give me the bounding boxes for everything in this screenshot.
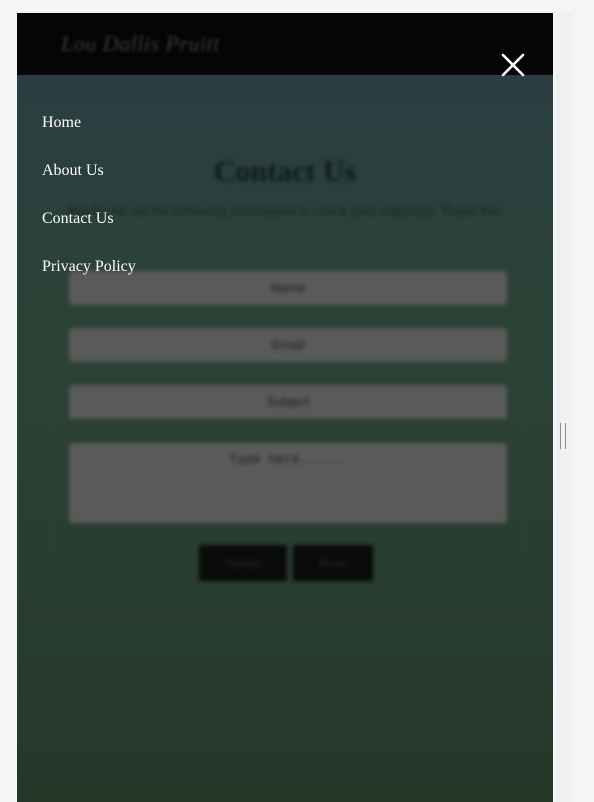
nav-item-about-us[interactable]: About Us <box>42 159 136 207</box>
overlay-nav-menu: Home About Us Contact Us Privacy Policy <box>42 111 136 303</box>
scrollbar-grip[interactable] <box>560 423 566 449</box>
nav-item-home[interactable]: Home <box>42 111 136 159</box>
nav-overlay: Home About Us Contact Us Privacy Policy <box>17 13 553 802</box>
nav-item-privacy-policy[interactable]: Privacy Policy <box>42 255 136 303</box>
close-menu-button[interactable] <box>499 51 527 79</box>
nav-item-contact-us[interactable]: Contact Us <box>42 207 136 255</box>
close-icon <box>501 53 525 77</box>
browser-viewport: Lou Dallis Pruitt Contact Us Kindly fill… <box>17 13 553 802</box>
page-scrollbar[interactable] <box>556 13 572 802</box>
